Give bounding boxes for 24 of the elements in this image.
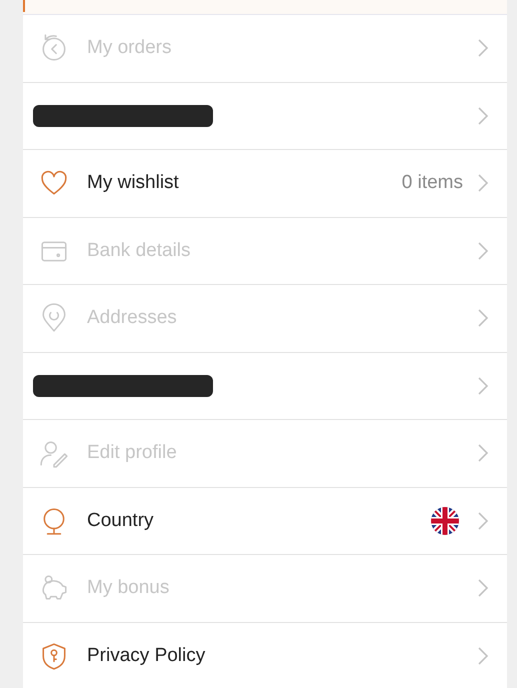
accent-mark [23, 0, 25, 12]
item-count: 0 items [402, 172, 463, 194]
menu-item-label: My orders [87, 37, 172, 60]
chevron-right-icon [477, 646, 489, 666]
menu-item-label: Addresses [87, 307, 178, 330]
chevron-right-icon [477, 106, 489, 126]
menu-item-label: Country [87, 510, 155, 532]
chevron-right-icon [477, 443, 489, 464]
menu-item-label: My bonus [87, 577, 170, 600]
menu-item[interactable]: My wishlist 0 items [23, 150, 507, 218]
chevron-right-icon [477, 376, 489, 396]
menu-item[interactable]: Country [23, 488, 507, 555]
chevron-right-icon [477, 173, 489, 194]
chevron-right-icon [477, 308, 489, 328]
menu-item-label: Bank details [87, 240, 192, 262]
chevron-right-icon [477, 578, 489, 598]
menu-item-label: Privacy Policy [87, 644, 206, 667]
menu-item-label: Edit profile [87, 442, 178, 464]
chevron-right-icon [477, 240, 489, 261]
menu-item[interactable]: Privacy Policy [23, 622, 507, 688]
union-jack-flag-icon [431, 506, 459, 535]
menu-item-label: My wishlist [87, 172, 180, 194]
chevron-right-icon [477, 510, 489, 531]
chevron-right-icon [477, 38, 489, 58]
